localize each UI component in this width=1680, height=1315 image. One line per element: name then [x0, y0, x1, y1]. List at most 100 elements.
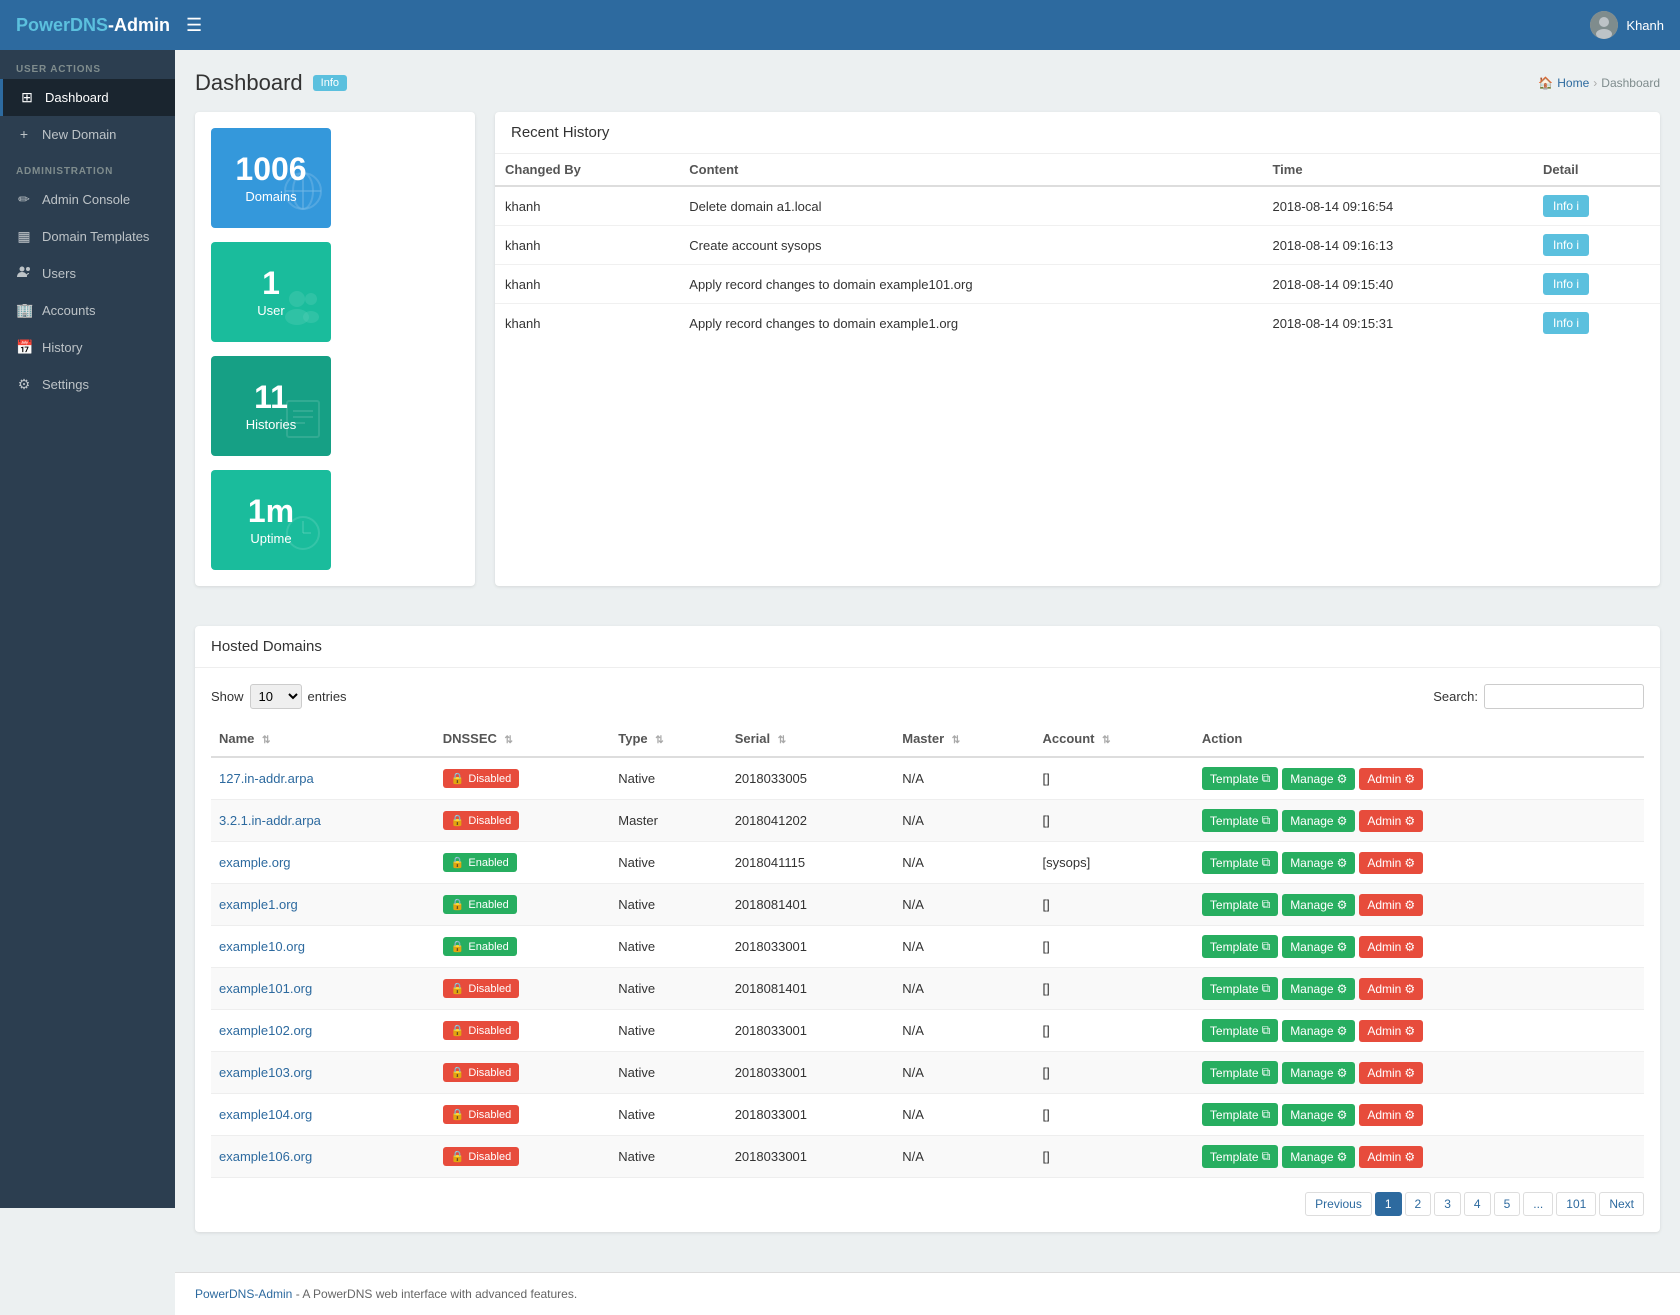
stats-row: 1006 Domains [211, 128, 459, 570]
sort-icon: ⇅ [505, 735, 513, 746]
pagination-previous[interactable]: Previous [1305, 1192, 1372, 1216]
pagination-area: Previous12345...101Next [211, 1192, 1644, 1216]
admin-button[interactable]: Admin ⚙ [1359, 1020, 1423, 1042]
action-buttons: Template ⧉ Manage ⚙ Admin ⚙ [1202, 977, 1636, 1000]
sidebar-item-domain-templates[interactable]: ▦ Domain Templates [0, 218, 175, 255]
manage-button[interactable]: Manage ⚙ [1282, 1146, 1355, 1168]
sidebar-item-accounts[interactable]: 🏢 Accounts [0, 292, 175, 329]
template-button[interactable]: Template ⧉ [1202, 1103, 1278, 1126]
sidebar-item-users[interactable]: Users [0, 255, 175, 292]
admin-button[interactable]: Admin ⚙ [1359, 810, 1423, 832]
pagination-page[interactable]: 2 [1405, 1192, 1432, 1216]
dnssec-badge: 🔒 Disabled [443, 1063, 520, 1082]
info-button[interactable]: Info i [1543, 234, 1589, 256]
admin-button[interactable]: Admin ⚙ [1359, 894, 1423, 916]
sidebar-section-admin: ADMINISTRATION [0, 152, 175, 181]
copy-icon: ⧉ [1262, 1107, 1271, 1122]
manage-button[interactable]: Manage ⚙ [1282, 1104, 1355, 1126]
manage-button[interactable]: Manage ⚙ [1282, 936, 1355, 958]
pagination-page[interactable]: 3 [1434, 1192, 1461, 1216]
pagination-next[interactable]: Next [1599, 1192, 1644, 1216]
template-button[interactable]: Template ⧉ [1202, 809, 1278, 832]
pagination-page[interactable]: 5 [1494, 1192, 1521, 1216]
table-row: khanh Delete domain a1.local 2018-08-14 … [495, 186, 1660, 226]
template-button[interactable]: Template ⧉ [1202, 893, 1278, 916]
domain-link[interactable]: example104.org [219, 1107, 312, 1122]
admin-console-icon: ✏ [16, 191, 32, 208]
template-button[interactable]: Template ⧉ [1202, 1019, 1278, 1042]
domain-link[interactable]: example.org [219, 855, 291, 870]
admin-button[interactable]: Admin ⚙ [1359, 1062, 1423, 1084]
action-buttons: Template ⧉ Manage ⚙ Admin ⚙ [1202, 1061, 1636, 1084]
info-button[interactable]: Info i [1543, 273, 1589, 295]
admin-button[interactable]: Admin ⚙ [1359, 978, 1423, 1000]
admin-button[interactable]: Admin ⚙ [1359, 1146, 1423, 1168]
admin-button[interactable]: Admin ⚙ [1359, 852, 1423, 874]
serial-cell: 2018041202 [727, 800, 895, 842]
template-button[interactable]: Template ⧉ [1202, 977, 1278, 1000]
footer-brand[interactable]: PowerDNS-Admin [195, 1287, 292, 1301]
sidebar-item-new-domain[interactable]: + New Domain [0, 116, 175, 152]
admin-button[interactable]: Admin ⚙ [1359, 936, 1423, 958]
manage-button[interactable]: Manage ⚙ [1282, 978, 1355, 1000]
action-buttons: Template ⧉ Manage ⚙ Admin ⚙ [1202, 1103, 1636, 1126]
pagination-page[interactable]: 4 [1464, 1192, 1491, 1216]
template-button[interactable]: Template ⧉ [1202, 767, 1278, 790]
sidebar-item-admin-console[interactable]: ✏ Admin Console [0, 181, 175, 218]
avatar [1590, 11, 1618, 39]
user-menu[interactable]: Khanh [1590, 11, 1664, 39]
domain-link[interactable]: example10.org [219, 939, 305, 954]
domain-link[interactable]: example103.org [219, 1065, 312, 1080]
col-detail: Detail [1533, 154, 1660, 186]
sidebar-item-label: Dashboard [45, 90, 109, 105]
template-button[interactable]: Template ⧉ [1202, 1145, 1278, 1168]
info-button[interactable]: Info i [1543, 312, 1589, 334]
sidebar-toggle[interactable]: ☰ [186, 15, 202, 36]
action-cell: Template ⧉ Manage ⚙ Admin ⚙ [1194, 884, 1644, 926]
manage-button[interactable]: Manage ⚙ [1282, 768, 1355, 790]
template-button[interactable]: Template ⧉ [1202, 1061, 1278, 1084]
domain-link[interactable]: example102.org [219, 1023, 312, 1038]
template-button[interactable]: Template ⧉ [1202, 935, 1278, 958]
admin-button[interactable]: Admin ⚙ [1359, 768, 1423, 790]
manage-button[interactable]: Manage ⚙ [1282, 1062, 1355, 1084]
template-button[interactable]: Template ⧉ [1202, 851, 1278, 874]
table-row: 3.2.1.in-addr.arpa 🔒 Disabled Master 201… [211, 800, 1644, 842]
sidebar-item-dashboard[interactable]: ⊞ Dashboard [0, 79, 175, 116]
changed-by-cell: khanh [495, 304, 679, 343]
manage-button[interactable]: Manage ⚙ [1282, 810, 1355, 832]
gear-icon: ⚙ [1337, 898, 1348, 912]
breadcrumb-home[interactable]: Home [1557, 76, 1589, 90]
pagination-page[interactable]: 1 [1375, 1192, 1402, 1216]
stat-card-uptime: 1m Uptime [211, 470, 331, 570]
pagination-page[interactable]: 101 [1556, 1192, 1596, 1216]
domain-link[interactable]: 127.in-addr.arpa [219, 771, 314, 786]
stat-card-user: 1 User [211, 242, 331, 342]
table-row: khanh Apply record changes to domain exa… [495, 304, 1660, 343]
gear-icon: ⚙ [1337, 982, 1348, 996]
domain-link[interactable]: example106.org [219, 1149, 312, 1164]
sidebar-item-history[interactable]: 📅 History [0, 329, 175, 366]
entries-select[interactable]: 10 25 50 100 [250, 684, 302, 709]
page-header: Dashboard Info 🏠 Home › Dashboard [195, 70, 1660, 96]
manage-button[interactable]: Manage ⚙ [1282, 852, 1355, 874]
copy-icon: ⧉ [1262, 897, 1271, 912]
settings-icon: ⚙ [1404, 982, 1415, 996]
info-button[interactable]: Info i [1543, 195, 1589, 217]
sidebar-item-settings[interactable]: ⚙ Settings [0, 366, 175, 403]
account-cell: [] [1035, 1052, 1194, 1094]
admin-button[interactable]: Admin ⚙ [1359, 1104, 1423, 1126]
manage-button[interactable]: Manage ⚙ [1282, 894, 1355, 916]
domain-link[interactable]: 3.2.1.in-addr.arpa [219, 813, 321, 828]
search-input[interactable] [1484, 684, 1644, 709]
domain-link[interactable]: example101.org [219, 981, 312, 996]
manage-button[interactable]: Manage ⚙ [1282, 1020, 1355, 1042]
sidebar-section-user: USER ACTIONS [0, 50, 175, 79]
main-content: Dashboard Info 🏠 Home › Dashboard 1006 D… [175, 50, 1680, 1272]
domain-link[interactable]: example1.org [219, 897, 298, 912]
dnssec-cell: 🔒 Disabled [435, 968, 611, 1010]
copy-icon: ⧉ [1262, 1023, 1271, 1038]
table-row: example104.org 🔒 Disabled Native 2018033… [211, 1094, 1644, 1136]
lock-icon: 🔒 [451, 1024, 465, 1037]
gear-icon: ⚙ [1337, 856, 1348, 870]
